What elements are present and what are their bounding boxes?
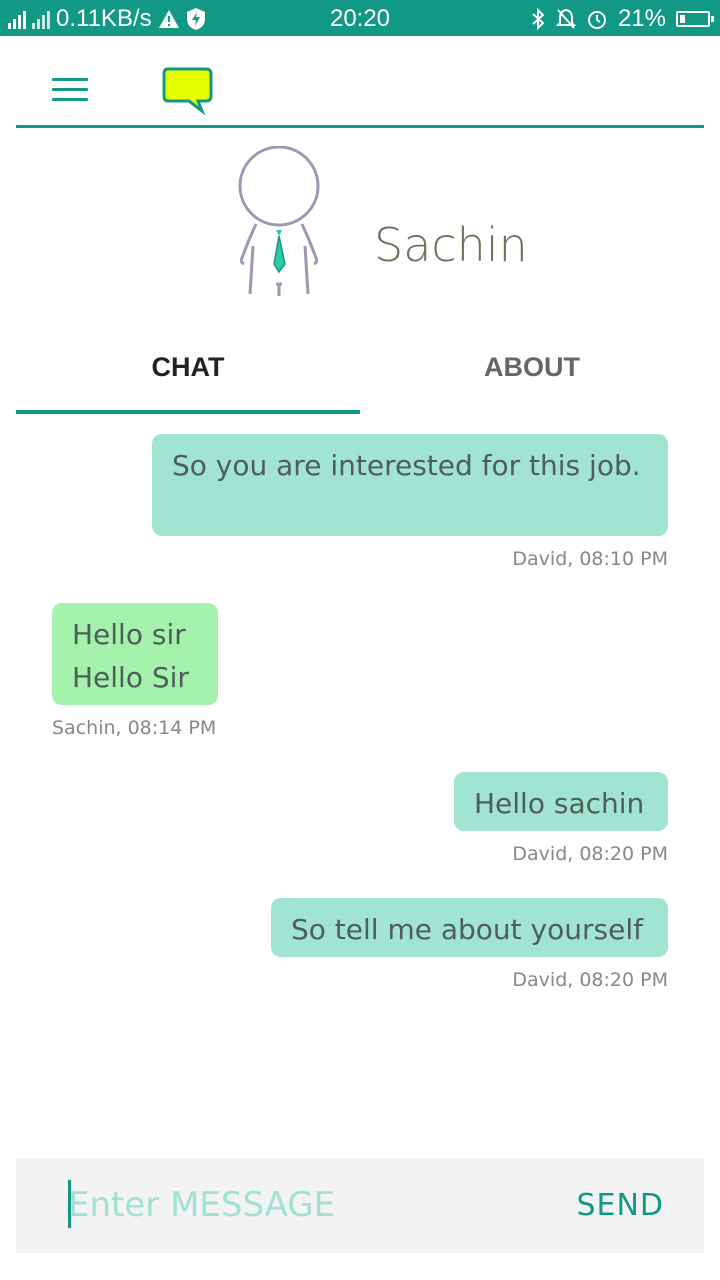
message-bubble: So you are interested for this job. [152, 434, 668, 536]
message-meta: David, 08:10 PM [512, 548, 668, 570]
message-input[interactable] [68, 1180, 488, 1230]
app-bar [16, 36, 704, 128]
status-bar: 0.11KB/s 20:20 21% [0, 0, 720, 36]
message-composer: SEND [16, 1158, 704, 1253]
battery-percent: 21% [617, 5, 666, 32]
message-meta: Sachin, 08:14 PM [52, 717, 217, 739]
menu-icon[interactable] [52, 78, 88, 102]
battery-icon [676, 11, 714, 27]
message-bubble: So tell me about yourself [271, 898, 668, 957]
mute-bell-icon [555, 8, 576, 29]
battery-level-fill [680, 15, 685, 23]
tab-chat[interactable]: CHAT [16, 330, 360, 414]
chat-bubble-logo-icon [162, 67, 213, 116]
message-bubble: Hello sir Hello Sir [52, 603, 218, 705]
message-bubble: Hello sachin [454, 772, 668, 831]
status-right: 21% [530, 5, 714, 33]
message-meta: David, 08:20 PM [512, 969, 668, 991]
profile-name: Sachin [374, 218, 528, 272]
alarm-icon [587, 11, 606, 29]
message-meta: David, 08:20 PM [512, 843, 668, 865]
avatar [238, 146, 320, 296]
bluetooth-icon [532, 8, 545, 30]
text-cursor [68, 1180, 71, 1228]
tab-about[interactable]: ABOUT [360, 330, 704, 414]
send-button[interactable]: SEND [576, 1188, 664, 1223]
tab-bar: CHAT ABOUT [16, 330, 704, 414]
